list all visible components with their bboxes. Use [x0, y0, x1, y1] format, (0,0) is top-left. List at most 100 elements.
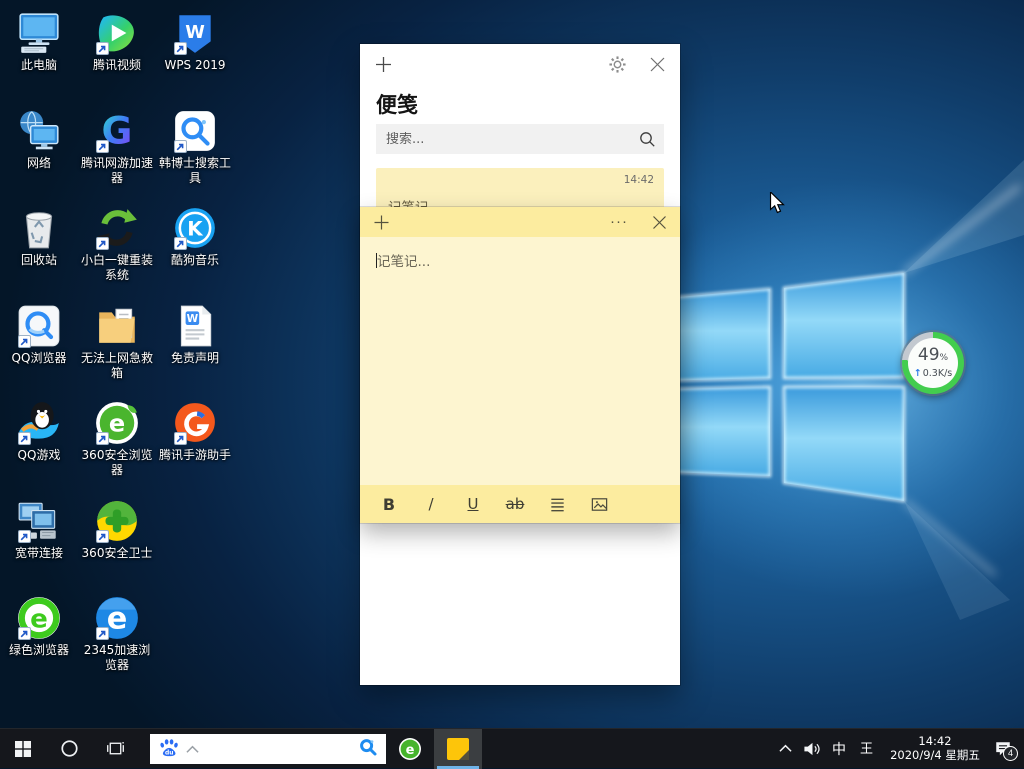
desktop-icon-grid: 此电脑腾讯视频WWPS 2019 网络G腾讯网游加速器韩博士搜索工具回收站小白一键… [0, 0, 260, 700]
shortcut-arrow-icon [174, 432, 187, 445]
hanboshi-search-icon[interactable] [358, 737, 378, 761]
desktop-icon-qq-browser[interactable]: QQ浏览器 [0, 303, 78, 366]
gauge-face: 49% ↑0.3K/s [908, 338, 958, 388]
desktop-icon-label: 回收站 [0, 253, 78, 268]
add-note-button[interactable] [370, 211, 392, 233]
settings-gear-icon[interactable] [606, 53, 628, 75]
note-timestamp: 14:42 [624, 174, 654, 186]
italic-button[interactable]: / [410, 489, 452, 519]
shortcut-arrow-icon [18, 530, 31, 543]
sticky-note-window: ··· 记笔记... B / U ab [360, 207, 680, 523]
taskbar-sticky-notes-icon[interactable] [434, 729, 482, 769]
desktop-icon-this-pc[interactable]: 此电脑 [0, 10, 78, 73]
tencent-gamepad-icon [172, 400, 218, 446]
shortcut-arrow-icon [96, 627, 109, 640]
desktop-icon-green-browser[interactable]: e 绿色浏览器 [0, 595, 78, 658]
desktop-icon-network[interactable]: 网络 [0, 108, 78, 171]
tray-chevron-up-icon[interactable] [779, 744, 792, 753]
desktop-icon-label: 绿色浏览器 [0, 643, 78, 658]
active-app-underline [437, 766, 479, 769]
hanboshi-search-icon [172, 108, 218, 154]
desktop-icon-label: 2345加速浏览器 [78, 643, 156, 673]
taskbar-search-box[interactable]: du [150, 734, 386, 764]
shortcut-arrow-icon [96, 140, 109, 153]
shortcut-arrow-icon [174, 140, 187, 153]
cortana-button[interactable] [46, 729, 92, 769]
taskbar-360-browser-icon[interactable]: e [386, 729, 434, 769]
desktop-icon-xiaobai-reinstall[interactable]: 小白一键重装系统 [78, 205, 156, 283]
shortcut-arrow-icon [96, 530, 109, 543]
shortcut-arrow-icon [96, 42, 109, 55]
new-note-button[interactable] [372, 53, 394, 75]
desktop-icon-kugou-music[interactable]: K酷狗音乐 [156, 205, 234, 268]
note-titlebar[interactable]: ··· [360, 207, 680, 237]
qq-browser-icon [16, 303, 62, 349]
360-safe-icon [94, 498, 140, 544]
baidu-icon[interactable]: du [158, 736, 180, 762]
svg-text:e: e [406, 742, 415, 757]
taskbar-search-input[interactable] [205, 740, 352, 757]
desktop-icon-tencent-video[interactable]: 腾讯视频 [78, 10, 156, 73]
shortcut-arrow-icon [18, 432, 31, 445]
desktop-icon-recycle-bin[interactable]: 回收站 [0, 205, 78, 268]
desktop-icon-360-browser[interactable]: e360安全浏览器 [78, 400, 156, 478]
qq-game-icon [16, 400, 62, 446]
underline-button[interactable]: U [452, 489, 494, 519]
ime-language-indicator[interactable]: 中 [832, 739, 846, 759]
wps-2019-icon: W [172, 10, 218, 56]
search-input[interactable] [376, 132, 664, 147]
volume-icon[interactable] [803, 741, 821, 757]
search-icon [638, 130, 656, 152]
network-aid-kit-icon [94, 303, 140, 349]
note-editor[interactable]: 记笔记... [360, 237, 680, 485]
system-tray: 中 王 14:42 2020/9/4 星期五 4 [779, 735, 1024, 762]
desktop-icon-hanboshi-search[interactable]: 韩博士搜索工具 [156, 108, 234, 186]
disclaimer-icon: W [172, 303, 218, 349]
this-pc-icon [16, 10, 62, 56]
desktop-icon-broadband[interactable]: 宽带连接 [0, 498, 78, 561]
desktop-icon-qq-game[interactable]: QQ游戏 [0, 400, 78, 463]
svg-text:du: du [165, 749, 173, 756]
note-placeholder: 记笔记... [377, 254, 430, 270]
bold-button[interactable]: B [368, 489, 410, 519]
close-icon[interactable] [646, 53, 668, 75]
desktop-icon-label: 360安全浏览器 [78, 448, 156, 478]
svg-text:K: K [187, 217, 203, 240]
desktop-icon-label: 此电脑 [0, 58, 78, 73]
search-box[interactable] [376, 124, 664, 154]
desktop-icon-disclaimer[interactable]: W 免责声明 [156, 303, 234, 366]
desktop-icon-network-aid-kit[interactable]: 无法上网急救箱 [78, 303, 156, 381]
taskbar: du e [0, 728, 1024, 768]
tray-date: 2020/9/4 星期五 [887, 749, 983, 763]
start-button[interactable] [0, 729, 46, 769]
menu-ellipsis-icon[interactable]: ··· [604, 216, 634, 228]
recycle-bin-icon [16, 205, 62, 251]
desktop-icon-tencent-gamepad[interactable]: 腾讯手游助手 [156, 400, 234, 463]
ime-mode-icon[interactable]: 王 [857, 739, 876, 758]
desktop-icon-tencent-accelerator[interactable]: G腾讯网游加速器 [78, 108, 156, 186]
tencent-accelerator-icon: G [94, 108, 140, 154]
network-speed-gauge[interactable]: 49% ↑0.3K/s [902, 332, 964, 394]
insert-image-icon[interactable] [578, 489, 620, 519]
kugou-music-icon: K [172, 205, 218, 251]
svg-text:e: e [30, 604, 48, 634]
gauge-percent: 49% [918, 347, 948, 367]
bullet-list-icon[interactable] [536, 489, 578, 519]
green-browser-icon: e [16, 595, 62, 641]
notification-badge: 4 [1003, 746, 1018, 761]
2345-browser-icon: e [94, 595, 140, 641]
action-center-icon[interactable]: 4 [994, 740, 1012, 758]
desktop-icon-wps-2019[interactable]: WWPS 2019 [156, 10, 234, 73]
broadband-icon [16, 498, 62, 544]
task-view-button[interactable] [92, 729, 138, 769]
chevron-up-icon[interactable] [186, 739, 199, 758]
taskbar-clock[interactable]: 14:42 2020/9/4 星期五 [887, 735, 983, 762]
notes-list-titlebar[interactable] [360, 44, 680, 84]
strikethrough-button[interactable]: ab [494, 489, 536, 519]
desktop-icon-360-safe[interactable]: 360安全卫士 [78, 498, 156, 561]
desktop-icon-label: 免责声明 [156, 351, 234, 366]
upload-arrow-icon: ↑ [914, 368, 922, 379]
desktop-icon-2345-browser[interactable]: e2345加速浏览器 [78, 595, 156, 673]
shortcut-arrow-icon [18, 335, 31, 348]
close-note-icon[interactable] [648, 211, 670, 233]
